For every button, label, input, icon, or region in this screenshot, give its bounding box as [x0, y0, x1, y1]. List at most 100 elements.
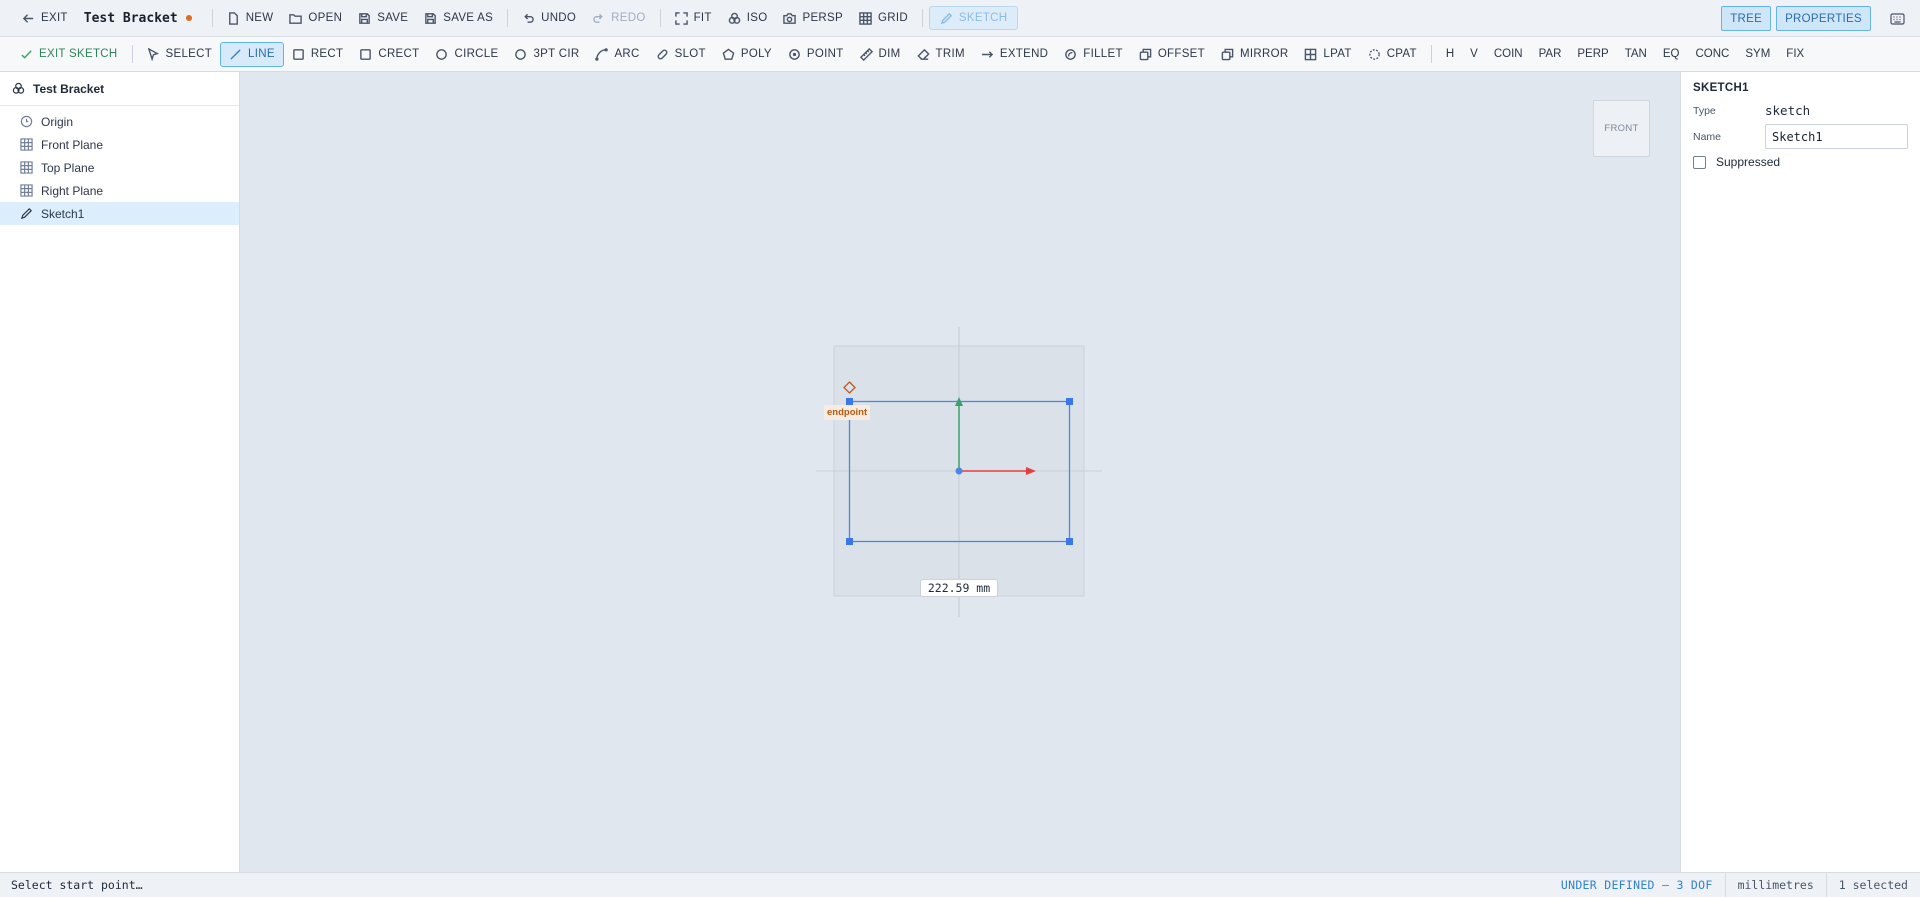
- tree-toggle[interactable]: TREE: [1721, 6, 1772, 31]
- save-as-button[interactable]: SAVE AS: [416, 5, 501, 31]
- tool-point[interactable]: POINT: [780, 41, 852, 67]
- constraint-horizontal[interactable]: H: [1438, 48, 1462, 60]
- tool-extend[interactable]: EXTEND: [973, 41, 1056, 67]
- corner-handle[interactable]: [846, 398, 853, 405]
- tool-arc[interactable]: ARC: [587, 41, 647, 67]
- corner-handle[interactable]: [1066, 538, 1073, 545]
- feature-tree: Test Bracket Origin Front Plane Top Plan…: [0, 72, 240, 872]
- tree-item-label: Top Plane: [41, 160, 95, 175]
- redo-button[interactable]: REDO: [584, 5, 653, 31]
- plane-icon: [20, 138, 33, 151]
- plane-icon: [20, 161, 33, 174]
- constraint-parallel[interactable]: PAR: [1531, 48, 1570, 60]
- tool-slot[interactable]: SLOT: [648, 41, 714, 67]
- tool-trim[interactable]: TRIM: [909, 41, 973, 67]
- pencil-icon: [20, 208, 32, 220]
- tree-root[interactable]: Test Bracket: [0, 72, 239, 106]
- keyboard-icon[interactable]: [1884, 7, 1910, 31]
- fit-button[interactable]: FIT: [667, 5, 720, 31]
- tool-fillet[interactable]: FILLET: [1056, 41, 1131, 67]
- exit-button[interactable]: EXIT: [14, 5, 76, 31]
- tree-item-sketch1[interactable]: Sketch1: [0, 202, 239, 225]
- selection-count: 1 selected: [1825, 872, 1920, 897]
- part-icon: [12, 82, 25, 94]
- properties-toggle[interactable]: PROPERTIES: [1776, 6, 1871, 31]
- sketch-toolbar: EXIT SKETCH SELECT LINE RECT CRECT CIRCL…: [0, 37, 1920, 72]
- status-bar: Select start point… UNDER DEFINED — 3 DO…: [0, 872, 1920, 897]
- new-button[interactable]: NEW: [219, 5, 282, 31]
- camera-icon: [783, 12, 797, 24]
- tool-3pt-circle[interactable]: 3PT CIR: [506, 41, 587, 67]
- panel-toggles: TREE PROPERTIES: [1721, 0, 1920, 37]
- tree-item-label: Sketch1: [41, 206, 85, 221]
- dof-status: UNDER DEFINED — 3 DOF: [1560, 878, 1713, 892]
- fillet-icon: [1065, 48, 1077, 60]
- tree-item-right-plane[interactable]: Right Plane: [0, 179, 239, 202]
- constraint-fix[interactable]: FIX: [1778, 48, 1812, 60]
- tree-item-top-plane[interactable]: Top Plane: [0, 156, 239, 179]
- tool-circular-pattern[interactable]: CPAT: [1360, 41, 1425, 67]
- type-label: Type: [1693, 104, 1716, 117]
- cursor-icon: [147, 47, 159, 61]
- constraint-perpendicular[interactable]: PERP: [1569, 48, 1616, 60]
- perspective-button[interactable]: PERSP: [775, 5, 851, 31]
- line-icon: [230, 48, 241, 60]
- document-title: Test Bracket: [76, 11, 206, 26]
- save-button[interactable]: SAVE: [350, 5, 416, 31]
- tool-select[interactable]: SELECT: [139, 41, 221, 67]
- grid-button[interactable]: GRID: [851, 5, 916, 31]
- constraint-equal[interactable]: EQ: [1655, 48, 1688, 60]
- iso-button[interactable]: ISO: [720, 5, 776, 31]
- tool-polygon[interactable]: POLY: [714, 41, 780, 67]
- corner-handle[interactable]: [1066, 398, 1073, 405]
- tool-mirror[interactable]: MIRROR: [1213, 41, 1296, 67]
- tool-line[interactable]: LINE: [220, 41, 284, 67]
- tool-crect[interactable]: CRECT: [351, 41, 427, 67]
- mirror-icon: [1221, 48, 1234, 60]
- sketch-button[interactable]: SKETCH: [928, 6, 1019, 30]
- constraint-vertical[interactable]: V: [1462, 48, 1486, 60]
- open-button[interactable]: OPEN: [281, 5, 350, 31]
- units-indicator[interactable]: millimetres: [1724, 872, 1826, 897]
- slot-icon: [657, 49, 668, 59]
- rectangle-icon: [292, 48, 304, 60]
- save-icon: [359, 12, 371, 24]
- file-icon: [228, 11, 238, 25]
- check-icon: [21, 49, 32, 59]
- constraint-coincident[interactable]: COIN: [1486, 48, 1531, 60]
- sketch-canvas[interactable]: [240, 72, 1680, 872]
- constraint-concentric[interactable]: CONC: [1688, 48, 1738, 60]
- origin-point[interactable]: [955, 467, 963, 475]
- status-prompt: Select start point…: [11, 878, 143, 892]
- tool-linear-pattern[interactable]: LPAT: [1296, 41, 1359, 67]
- main-toolbar: EXIT Test Bracket NEW OPEN SAVE SAVE AS …: [0, 0, 1920, 37]
- suppressed-checkbox[interactable]: [1693, 155, 1706, 169]
- save-as-icon: [425, 12, 437, 24]
- tool-offset[interactable]: OFFSET: [1131, 41, 1213, 67]
- 3d-viewport[interactable]: endpoint 222.59 mm FRONT: [240, 72, 1680, 872]
- name-input[interactable]: [1765, 124, 1908, 149]
- tool-rect[interactable]: RECT: [284, 41, 352, 67]
- properties-panel: SKETCH1 Type sketch Name Suppressed: [1680, 72, 1920, 872]
- tool-dimension[interactable]: DIM: [852, 41, 909, 67]
- undo-button[interactable]: UNDO: [514, 5, 584, 31]
- dimension-readout[interactable]: 222.59 mm: [920, 579, 998, 597]
- divider: [211, 9, 213, 27]
- grid-icon: [859, 11, 872, 25]
- tree-item-origin[interactable]: Origin: [0, 110, 239, 133]
- iso-icon: [728, 12, 741, 24]
- folder-icon: [289, 13, 303, 24]
- corner-handle[interactable]: [846, 538, 853, 545]
- document-title-text: Test Bracket: [83, 10, 178, 26]
- constraint-tangent[interactable]: TAN: [1617, 48, 1655, 60]
- tool-circle[interactable]: CIRCLE: [427, 41, 506, 67]
- tree-item-front-plane[interactable]: Front Plane: [0, 133, 239, 156]
- view-cube[interactable]: FRONT: [1593, 100, 1650, 157]
- exit-sketch-button[interactable]: EXIT SKETCH: [12, 41, 126, 67]
- linear-pattern-icon: [1305, 48, 1317, 60]
- circular-pattern-icon: [1368, 48, 1380, 60]
- arrow-right-icon: [981, 50, 993, 58]
- constraint-symmetric[interactable]: SYM: [1737, 48, 1778, 60]
- snap-label: endpoint: [824, 405, 871, 420]
- circle-icon: [436, 48, 448, 60]
